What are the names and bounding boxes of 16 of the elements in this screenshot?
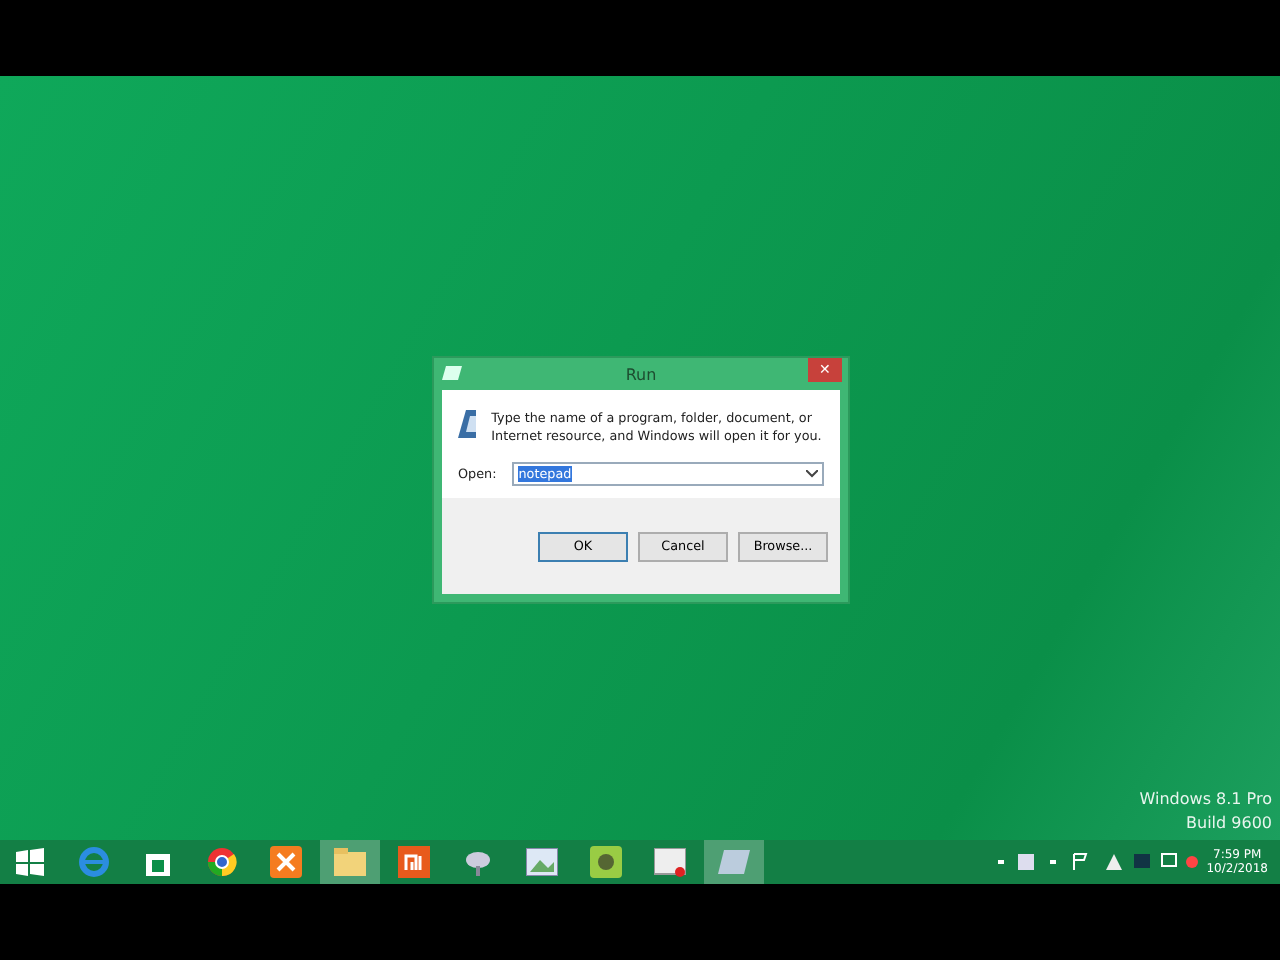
game-app-icon[interactable] [590, 846, 622, 878]
folder-icon[interactable] [334, 848, 366, 876]
cross-logo-icon[interactable] [270, 846, 302, 878]
letters-logo-icon[interactable] [398, 846, 430, 878]
edition-text: Windows 8.1 Pro [1139, 790, 1272, 808]
windows-logo-icon[interactable] [16, 848, 44, 876]
window-title: Run [625, 365, 657, 383]
tray-icons-drawing[interactable] [998, 852, 1199, 872]
picture-icon[interactable] [526, 848, 558, 876]
chrome-browser-icon[interactable] [206, 846, 238, 878]
dropdown-caret-icon[interactable] [806, 470, 818, 478]
edition-text: Build 9600 [1186, 814, 1272, 832]
monitor-icon[interactable] [654, 847, 686, 877]
run-app-icon [458, 410, 476, 438]
taskbar-button[interactable] [320, 840, 380, 884]
run-window-icon [442, 366, 462, 380]
